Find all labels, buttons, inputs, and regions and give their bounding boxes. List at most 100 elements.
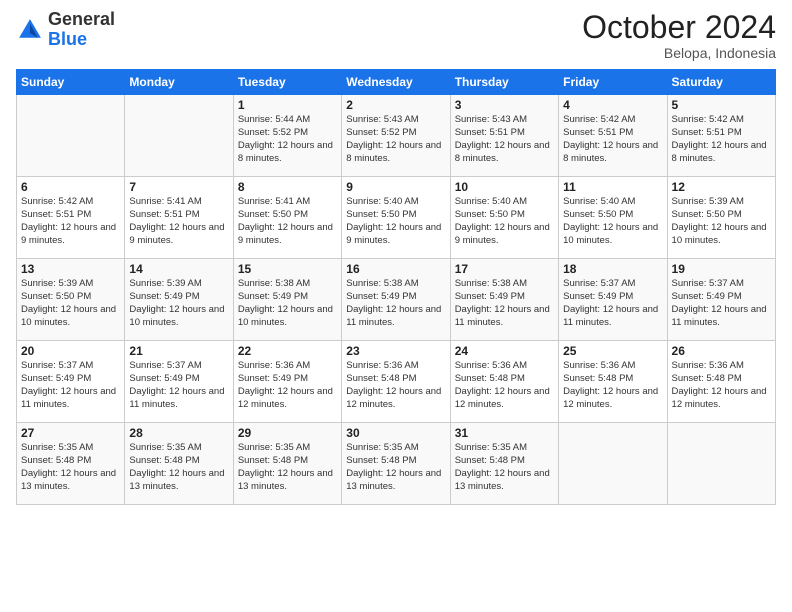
calendar-cell: 31 Sunrise: 5:35 AMSunset: 5:48 PMDaylig… bbox=[450, 423, 558, 505]
cell-info: Sunrise: 5:35 AMSunset: 5:48 PMDaylight:… bbox=[21, 442, 116, 491]
day-number: 8 bbox=[238, 180, 337, 194]
calendar-week-1: 1 Sunrise: 5:44 AMSunset: 5:52 PMDayligh… bbox=[17, 95, 776, 177]
cell-info: Sunrise: 5:43 AMSunset: 5:51 PMDaylight:… bbox=[455, 114, 550, 163]
calendar-cell: 20 Sunrise: 5:37 AMSunset: 5:49 PMDaylig… bbox=[17, 341, 125, 423]
cell-info: Sunrise: 5:44 AMSunset: 5:52 PMDaylight:… bbox=[238, 114, 333, 163]
calendar-cell: 13 Sunrise: 5:39 AMSunset: 5:50 PMDaylig… bbox=[17, 259, 125, 341]
calendar-cell: 15 Sunrise: 5:38 AMSunset: 5:49 PMDaylig… bbox=[233, 259, 341, 341]
logo-icon bbox=[16, 16, 44, 44]
header-friday: Friday bbox=[559, 70, 667, 95]
cell-info: Sunrise: 5:37 AMSunset: 5:49 PMDaylight:… bbox=[129, 360, 224, 409]
cell-info: Sunrise: 5:37 AMSunset: 5:49 PMDaylight:… bbox=[21, 360, 116, 409]
calendar-week-5: 27 Sunrise: 5:35 AMSunset: 5:48 PMDaylig… bbox=[17, 423, 776, 505]
day-number: 29 bbox=[238, 426, 337, 440]
day-number: 14 bbox=[129, 262, 228, 276]
logo-general: General bbox=[48, 9, 115, 29]
calendar-cell: 23 Sunrise: 5:36 AMSunset: 5:48 PMDaylig… bbox=[342, 341, 450, 423]
cell-info: Sunrise: 5:43 AMSunset: 5:52 PMDaylight:… bbox=[346, 114, 441, 163]
header-sunday: Sunday bbox=[17, 70, 125, 95]
cell-info: Sunrise: 5:42 AMSunset: 5:51 PMDaylight:… bbox=[21, 196, 116, 245]
calendar-cell: 27 Sunrise: 5:35 AMSunset: 5:48 PMDaylig… bbox=[17, 423, 125, 505]
logo-text: General Blue bbox=[48, 10, 115, 50]
day-number: 28 bbox=[129, 426, 228, 440]
day-number: 30 bbox=[346, 426, 445, 440]
cell-info: Sunrise: 5:38 AMSunset: 5:49 PMDaylight:… bbox=[238, 278, 333, 327]
day-number: 25 bbox=[563, 344, 662, 358]
calendar-cell: 22 Sunrise: 5:36 AMSunset: 5:49 PMDaylig… bbox=[233, 341, 341, 423]
calendar-cell: 16 Sunrise: 5:38 AMSunset: 5:49 PMDaylig… bbox=[342, 259, 450, 341]
day-number: 11 bbox=[563, 180, 662, 194]
calendar-week-3: 13 Sunrise: 5:39 AMSunset: 5:50 PMDaylig… bbox=[17, 259, 776, 341]
calendar-cell: 4 Sunrise: 5:42 AMSunset: 5:51 PMDayligh… bbox=[559, 95, 667, 177]
weekday-header-row: Sunday Monday Tuesday Wednesday Thursday… bbox=[17, 70, 776, 95]
day-number: 16 bbox=[346, 262, 445, 276]
day-number: 13 bbox=[21, 262, 120, 276]
day-number: 1 bbox=[238, 98, 337, 112]
cell-info: Sunrise: 5:36 AMSunset: 5:48 PMDaylight:… bbox=[346, 360, 441, 409]
cell-info: Sunrise: 5:36 AMSunset: 5:48 PMDaylight:… bbox=[455, 360, 550, 409]
day-number: 10 bbox=[455, 180, 554, 194]
cell-info: Sunrise: 5:38 AMSunset: 5:49 PMDaylight:… bbox=[346, 278, 441, 327]
header: General Blue October 2024 Belopa, Indone… bbox=[16, 10, 776, 61]
cell-info: Sunrise: 5:42 AMSunset: 5:51 PMDaylight:… bbox=[672, 114, 767, 163]
calendar-cell: 2 Sunrise: 5:43 AMSunset: 5:52 PMDayligh… bbox=[342, 95, 450, 177]
day-number: 24 bbox=[455, 344, 554, 358]
calendar-cell: 25 Sunrise: 5:36 AMSunset: 5:48 PMDaylig… bbox=[559, 341, 667, 423]
calendar-cell: 12 Sunrise: 5:39 AMSunset: 5:50 PMDaylig… bbox=[667, 177, 775, 259]
calendar-cell: 1 Sunrise: 5:44 AMSunset: 5:52 PMDayligh… bbox=[233, 95, 341, 177]
calendar-cell: 14 Sunrise: 5:39 AMSunset: 5:49 PMDaylig… bbox=[125, 259, 233, 341]
month-title: October 2024 bbox=[582, 10, 776, 45]
day-number: 3 bbox=[455, 98, 554, 112]
header-saturday: Saturday bbox=[667, 70, 775, 95]
calendar-cell bbox=[17, 95, 125, 177]
calendar-cell: 29 Sunrise: 5:35 AMSunset: 5:48 PMDaylig… bbox=[233, 423, 341, 505]
calendar-cell: 26 Sunrise: 5:36 AMSunset: 5:48 PMDaylig… bbox=[667, 341, 775, 423]
cell-info: Sunrise: 5:39 AMSunset: 5:49 PMDaylight:… bbox=[129, 278, 224, 327]
calendar-cell bbox=[125, 95, 233, 177]
cell-info: Sunrise: 5:40 AMSunset: 5:50 PMDaylight:… bbox=[346, 196, 441, 245]
cell-info: Sunrise: 5:40 AMSunset: 5:50 PMDaylight:… bbox=[563, 196, 658, 245]
cell-info: Sunrise: 5:36 AMSunset: 5:49 PMDaylight:… bbox=[238, 360, 333, 409]
cell-info: Sunrise: 5:39 AMSunset: 5:50 PMDaylight:… bbox=[21, 278, 116, 327]
cell-info: Sunrise: 5:40 AMSunset: 5:50 PMDaylight:… bbox=[455, 196, 550, 245]
day-number: 19 bbox=[672, 262, 771, 276]
calendar-cell: 8 Sunrise: 5:41 AMSunset: 5:50 PMDayligh… bbox=[233, 177, 341, 259]
cell-info: Sunrise: 5:41 AMSunset: 5:50 PMDaylight:… bbox=[238, 196, 333, 245]
calendar-week-2: 6 Sunrise: 5:42 AMSunset: 5:51 PMDayligh… bbox=[17, 177, 776, 259]
day-number: 31 bbox=[455, 426, 554, 440]
calendar-cell: 3 Sunrise: 5:43 AMSunset: 5:51 PMDayligh… bbox=[450, 95, 558, 177]
calendar-cell: 19 Sunrise: 5:37 AMSunset: 5:49 PMDaylig… bbox=[667, 259, 775, 341]
calendar-cell: 30 Sunrise: 5:35 AMSunset: 5:48 PMDaylig… bbox=[342, 423, 450, 505]
calendar-cell: 18 Sunrise: 5:37 AMSunset: 5:49 PMDaylig… bbox=[559, 259, 667, 341]
cell-info: Sunrise: 5:41 AMSunset: 5:51 PMDaylight:… bbox=[129, 196, 224, 245]
calendar-cell: 10 Sunrise: 5:40 AMSunset: 5:50 PMDaylig… bbox=[450, 177, 558, 259]
calendar-week-4: 20 Sunrise: 5:37 AMSunset: 5:49 PMDaylig… bbox=[17, 341, 776, 423]
cell-info: Sunrise: 5:37 AMSunset: 5:49 PMDaylight:… bbox=[563, 278, 658, 327]
day-number: 4 bbox=[563, 98, 662, 112]
cell-info: Sunrise: 5:37 AMSunset: 5:49 PMDaylight:… bbox=[672, 278, 767, 327]
logo: General Blue bbox=[16, 10, 115, 50]
day-number: 5 bbox=[672, 98, 771, 112]
calendar-cell: 17 Sunrise: 5:38 AMSunset: 5:49 PMDaylig… bbox=[450, 259, 558, 341]
calendar-cell: 5 Sunrise: 5:42 AMSunset: 5:51 PMDayligh… bbox=[667, 95, 775, 177]
header-wednesday: Wednesday bbox=[342, 70, 450, 95]
calendar-cell: 21 Sunrise: 5:37 AMSunset: 5:49 PMDaylig… bbox=[125, 341, 233, 423]
day-number: 20 bbox=[21, 344, 120, 358]
cell-info: Sunrise: 5:39 AMSunset: 5:50 PMDaylight:… bbox=[672, 196, 767, 245]
day-number: 17 bbox=[455, 262, 554, 276]
day-number: 18 bbox=[563, 262, 662, 276]
calendar-cell: 28 Sunrise: 5:35 AMSunset: 5:48 PMDaylig… bbox=[125, 423, 233, 505]
calendar-cell bbox=[667, 423, 775, 505]
calendar-page: General Blue October 2024 Belopa, Indone… bbox=[0, 0, 792, 612]
day-number: 2 bbox=[346, 98, 445, 112]
cell-info: Sunrise: 5:42 AMSunset: 5:51 PMDaylight:… bbox=[563, 114, 658, 163]
calendar-cell: 9 Sunrise: 5:40 AMSunset: 5:50 PMDayligh… bbox=[342, 177, 450, 259]
day-number: 21 bbox=[129, 344, 228, 358]
day-number: 15 bbox=[238, 262, 337, 276]
day-number: 7 bbox=[129, 180, 228, 194]
day-number: 26 bbox=[672, 344, 771, 358]
header-thursday: Thursday bbox=[450, 70, 558, 95]
day-number: 22 bbox=[238, 344, 337, 358]
calendar-cell bbox=[559, 423, 667, 505]
day-number: 27 bbox=[21, 426, 120, 440]
